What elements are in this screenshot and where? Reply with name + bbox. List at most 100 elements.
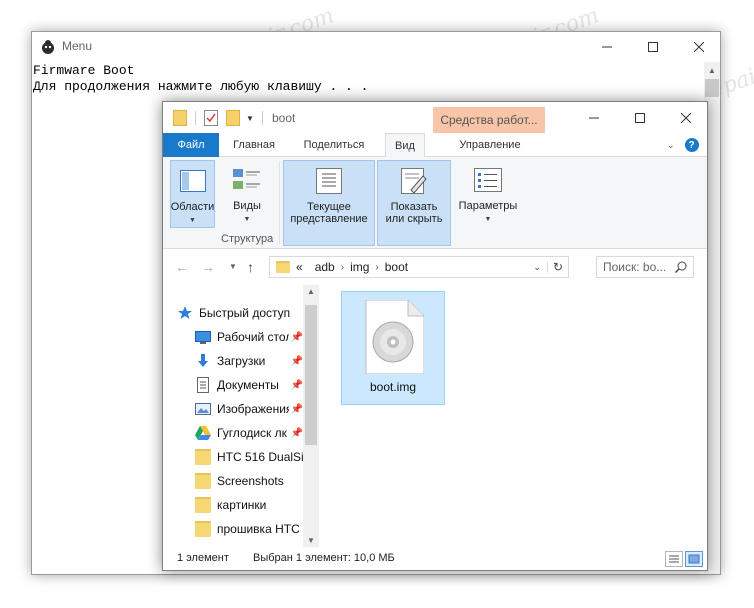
context-tab-tools[interactable]: Средства работ... [433, 107, 545, 133]
folder-icon [195, 473, 211, 489]
sidebar-item-screenshots[interactable]: Screenshots [195, 469, 303, 493]
pin-icon[interactable]: 📌 [291, 404, 303, 415]
scroll-up-icon[interactable]: ▲ [704, 62, 720, 79]
options-icon [473, 165, 503, 195]
chevron-down-icon: ▼ [189, 217, 196, 224]
current-view-label-2: представление [290, 213, 368, 225]
google-drive-icon [195, 426, 211, 440]
show-hide-label-1: Показать [390, 201, 438, 213]
options-button[interactable]: Параметры ▼ [455, 160, 521, 246]
chevron-right-icon[interactable]: › [341, 262, 344, 273]
item-count: 1 элемент [177, 552, 229, 564]
layout-button[interactable]: Виды ▼ [223, 160, 271, 228]
file-item[interactable]: boot.img [341, 291, 445, 405]
ribbon-controls: ⌄ ? [667, 137, 699, 153]
minimize-button[interactable] [571, 102, 617, 133]
large-icons-view-button[interactable] [685, 551, 703, 567]
sidebar-item-desktop[interactable]: Рабочий стол 📌 [195, 325, 303, 349]
sidebar-item-google-drive[interactable]: Гуглодиск лк 📌 [195, 421, 303, 445]
sidebar-item-documents[interactable]: Документы 📌 [195, 373, 303, 397]
scroll-thumb[interactable] [705, 79, 719, 97]
up-arrow-icon[interactable]: ↑ [247, 259, 254, 275]
current-view-button[interactable]: Текущее представление [283, 160, 375, 246]
group-divider [279, 161, 280, 245]
toolbar-divider [261, 111, 263, 125]
scroll-down-icon[interactable]: ▼ [307, 536, 315, 545]
pin-icon[interactable]: 📌 [291, 356, 303, 367]
chevron-down-icon[interactable]: ⌄ [667, 140, 675, 151]
show-hide-label-2: или скрыть [385, 213, 443, 225]
close-button[interactable] [676, 32, 720, 62]
console-titlebar[interactable]: Menu [32, 32, 720, 62]
sidebar-item-label: Гуглодиск лк [217, 426, 287, 440]
search-input[interactable]: Поиск: bo... [596, 256, 694, 278]
tab-home[interactable]: Главная [223, 133, 285, 157]
minimize-icon [602, 46, 612, 48]
chevron-right-icon[interactable]: › [375, 262, 378, 273]
navigation-pane: Быстрый доступ Рабочий стол 📌 Загрузки 📌… [163, 285, 321, 547]
sidebar-item-firmware-folder[interactable]: прошивка HTC Des [195, 517, 303, 541]
properties-icon[interactable] [204, 110, 218, 126]
close-button[interactable] [663, 102, 707, 133]
sidebar-item-htc-folder[interactable]: HTC 516 DualSim [195, 445, 303, 469]
tab-file[interactable]: Файл [163, 133, 219, 157]
folder-icon [195, 521, 211, 537]
scroll-up-icon[interactable]: ▲ [307, 287, 315, 296]
back-arrow-icon[interactable]: ← [175, 259, 189, 275]
minimize-icon [589, 117, 599, 118]
sidebar-item-label: Загрузки [217, 354, 266, 368]
show-hide-icon [399, 166, 429, 196]
scroll-thumb[interactable] [305, 305, 317, 445]
close-icon [694, 42, 704, 52]
sidebar-item-label: прошивка HTC Des [217, 522, 303, 536]
panes-button[interactable]: Области ▼ [170, 160, 215, 228]
sidebar-item-label: Изображения [217, 402, 289, 416]
sidebar-item-quick-access[interactable]: Быстрый доступ [177, 301, 317, 325]
pin-icon[interactable]: 📌 [291, 428, 303, 439]
minimize-button[interactable] [584, 32, 630, 62]
details-view-button[interactable] [665, 551, 683, 567]
qat-dropdown-icon[interactable]: ▼ [246, 114, 254, 123]
tab-manage[interactable]: Управление [431, 133, 549, 157]
current-view-label-1: Текущее [307, 201, 351, 213]
navigation-bar: ← → ▼ ↑ « adb › img › boot ⌄ ↻ Поиск: bo… [163, 249, 707, 285]
chevron-down-icon[interactable]: ⌄ [527, 261, 548, 273]
search-placeholder: Поиск: bo... [603, 260, 667, 274]
pin-icon[interactable]: 📌 [291, 332, 303, 343]
current-view-icon [314, 166, 344, 196]
maximize-button[interactable] [617, 102, 663, 133]
new-folder-icon[interactable] [226, 110, 240, 126]
navpane-scrollbar[interactable]: ▲ ▼ [303, 285, 319, 547]
pin-icon[interactable]: 📌 [291, 380, 303, 391]
maximize-button[interactable] [630, 32, 676, 62]
disc-image-icon [365, 300, 424, 374]
maximize-icon [648, 42, 658, 52]
show-hide-button[interactable]: Показать или скрыть [377, 160, 451, 246]
forward-arrow-icon[interactable]: → [201, 259, 215, 275]
breadcrumb-img[interactable]: img [350, 260, 369, 274]
sidebar-item-label: HTC 516 DualSim [217, 450, 303, 464]
sidebar-item-pictures[interactable]: Изображения 📌 [195, 397, 303, 421]
sidebar-item-pictures-folder[interactable]: картинки [195, 493, 303, 517]
status-bar: 1 элемент Выбран 1 элемент: 10,0 МБ [163, 547, 707, 570]
search-icon [675, 261, 687, 273]
tab-share[interactable]: Поделиться [291, 133, 377, 157]
sidebar-item-downloads[interactable]: Загрузки 📌 [195, 349, 303, 373]
toolbar-divider [195, 111, 196, 125]
refresh-icon[interactable]: ↻ [548, 260, 568, 274]
ribbon-tabs: Файл Главная Поделиться Вид Управление ⌄… [163, 133, 707, 158]
recent-dropdown-icon[interactable]: ▼ [229, 262, 237, 271]
explorer-titlebar[interactable]: ▼ boot Средства работ... [163, 102, 707, 133]
sidebar-item-label: Рабочий стол [217, 330, 289, 344]
breadcrumb-adb[interactable]: adb [315, 260, 335, 274]
help-icon[interactable]: ? [684, 138, 699, 152]
file-list[interactable]: boot.img [321, 285, 707, 547]
breadcrumb-overflow[interactable]: « [296, 260, 303, 274]
address-bar[interactable]: « adb › img › boot ⌄ ↻ [269, 256, 569, 278]
tab-view[interactable]: Вид [385, 133, 425, 158]
folder-icon [276, 261, 290, 273]
console-line: Для продолжения нажмите любую клавишу . … [33, 79, 369, 94]
console-title: Menu [62, 39, 93, 53]
download-icon [198, 354, 208, 367]
breadcrumb-boot[interactable]: boot [385, 260, 408, 274]
